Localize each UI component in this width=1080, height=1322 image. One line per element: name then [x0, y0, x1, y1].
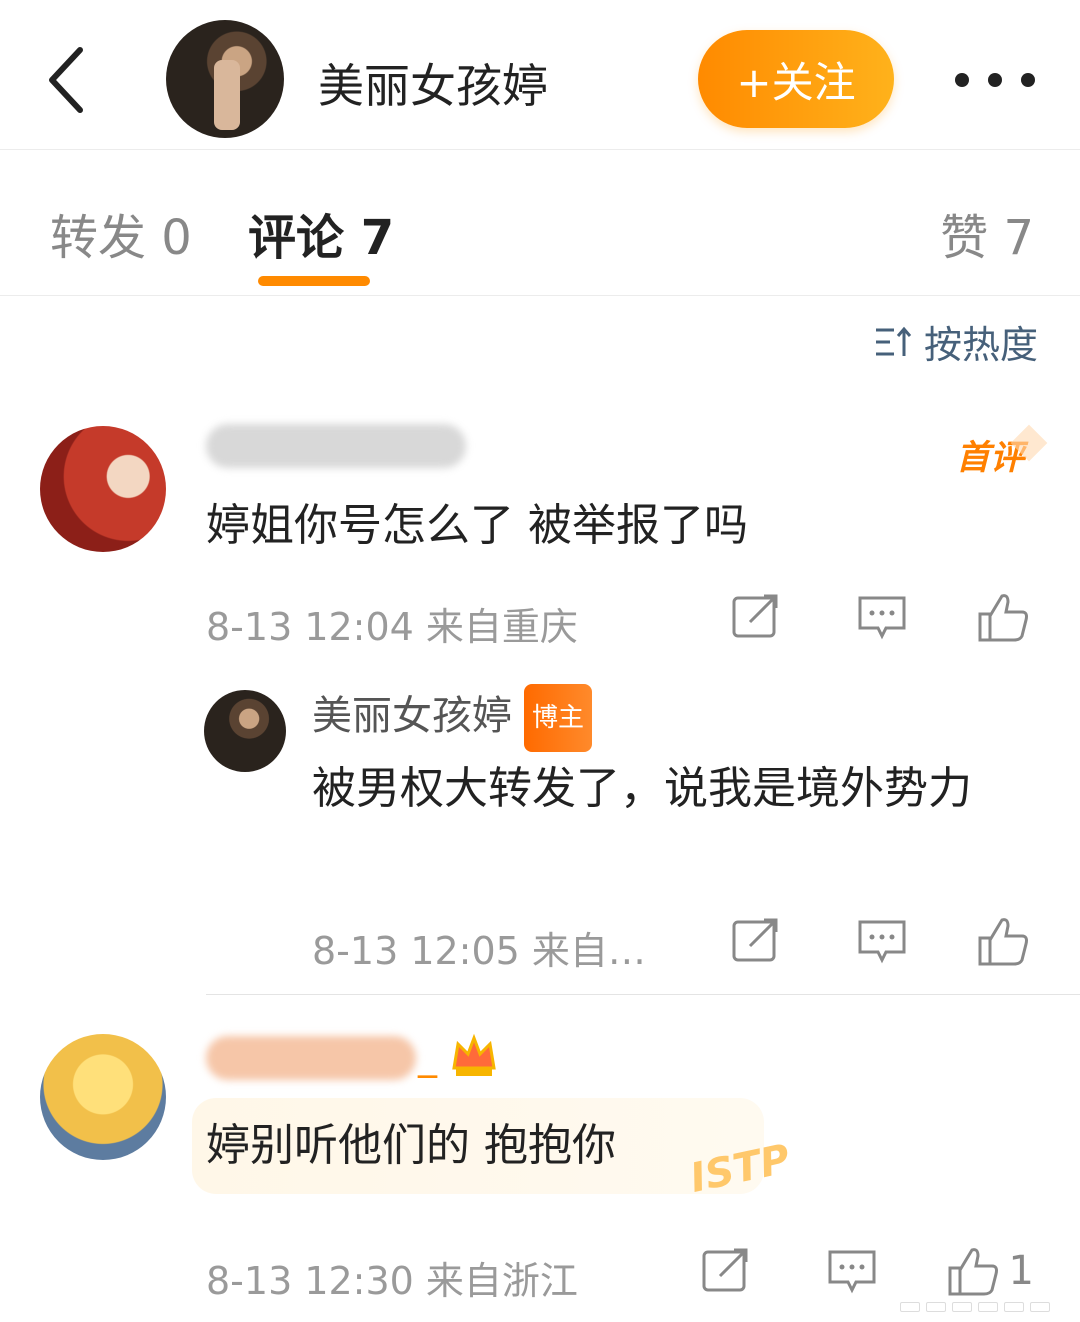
commenter-avatar[interactable] — [40, 1034, 166, 1160]
comment-text: 婷别听他们的 抱抱你 — [206, 1120, 616, 1171]
comment-actions — [730, 590, 1060, 650]
back-icon[interactable] — [40, 40, 100, 120]
author-avatar[interactable] — [166, 20, 284, 138]
more-options-icon[interactable] — [955, 60, 1035, 100]
author-name[interactable]: 美丽女孩婷 — [318, 50, 548, 116]
first-comment-badge: 首评 — [956, 430, 1024, 479]
more-dot — [1021, 73, 1035, 87]
reply-author-name[interactable]: 美丽女孩婷 — [312, 693, 512, 739]
active-tab-indicator — [258, 276, 370, 286]
reply-name-row: 美丽女孩婷 博主 — [312, 684, 593, 752]
tab-bar: 转发 0 评论 7 赞 7 — [0, 150, 1080, 296]
share-icon[interactable] — [700, 1244, 756, 1300]
sort-icon — [875, 326, 912, 356]
top-bar: 美丽女孩婷 +关注 — [0, 0, 1080, 150]
like-icon[interactable] — [976, 914, 1032, 970]
commenter-name-blurred[interactable] — [206, 1036, 416, 1080]
comment-divider — [206, 994, 1080, 995]
crown-badge-icon — [450, 1032, 498, 1078]
watermark-strip — [900, 1302, 1060, 1312]
commenter-name-suffix: _ — [418, 1034, 437, 1078]
reply-text: 被男权大转发了，说我是境外势力 — [312, 763, 972, 814]
sort-label: 按热度 — [923, 323, 1038, 367]
tab-repost[interactable]: 转发 0 — [50, 198, 192, 268]
more-dot — [955, 73, 969, 87]
comment-actions — [700, 1244, 1030, 1304]
weibo-comment-page: 美丽女孩婷 +关注 转发 0 评论 7 赞 7 按热度 首评 婷姐你号怎么了 被… — [0, 0, 1080, 1322]
like-icon[interactable] — [946, 1244, 1002, 1300]
blogger-badge: 博主 — [524, 684, 593, 752]
like-icon[interactable] — [976, 590, 1032, 646]
commenter-avatar[interactable] — [40, 426, 166, 552]
share-icon[interactable] — [730, 914, 786, 970]
reply-meta: 8-13 12:05 来自… — [312, 929, 646, 973]
commenter-name-blurred[interactable] — [206, 424, 466, 468]
comment-meta: 8-13 12:04 来自重庆 — [206, 605, 578, 649]
comment-text: 婷姐你号怎么了 被举报了吗 — [206, 500, 748, 551]
reply-icon[interactable] — [856, 914, 912, 970]
comment-meta: 8-13 12:30 来自浙江 — [206, 1259, 578, 1303]
tab-like[interactable]: 赞 7 — [940, 198, 1034, 268]
more-dot — [988, 73, 1002, 87]
reply-actions — [730, 914, 1060, 974]
reply-icon[interactable] — [856, 590, 912, 646]
follow-button[interactable]: +关注 — [698, 30, 894, 128]
sort-button[interactable]: 按热度 — [874, 314, 1038, 369]
reply-avatar[interactable] — [204, 690, 286, 772]
share-icon[interactable] — [730, 590, 786, 646]
reply-icon[interactable] — [826, 1244, 882, 1300]
like-count: 1 — [1008, 1248, 1034, 1294]
